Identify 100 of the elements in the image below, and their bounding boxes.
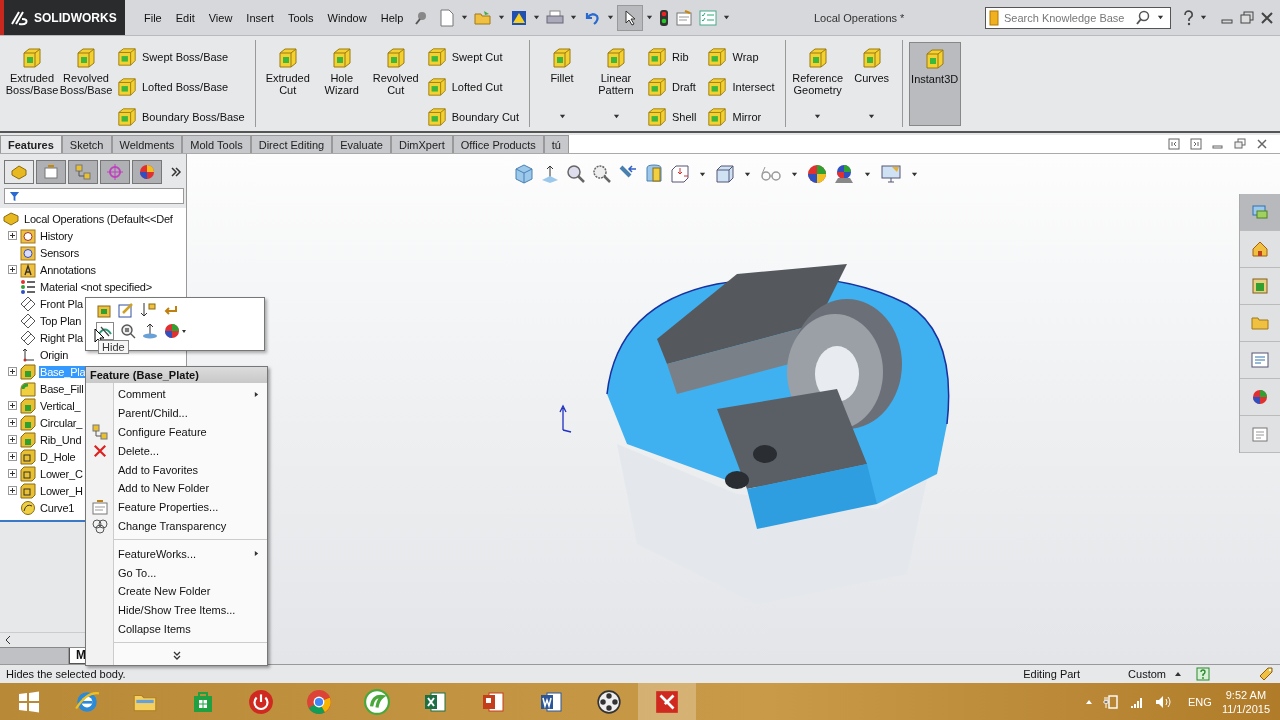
tree-item[interactable]: Right Pla [39,331,84,344]
tree-item[interactable]: Top Plan [39,314,83,327]
tab[interactable]: Evaluate [332,135,391,153]
search-icon[interactable] [1135,9,1151,26]
ribbon-button[interactable]: Draft [646,76,697,98]
tab[interactable]: Features [0,135,62,153]
ribbon-button[interactable]: Intersect [706,76,775,98]
appearance-icon[interactable] [807,164,827,184]
new-document-icon[interactable] [439,8,456,27]
expand-menu-icon[interactable] [172,651,181,662]
appearance-icon[interactable] [164,323,188,339]
file-properties-icon[interactable] [675,9,694,26]
menu-item[interactable]: Add to New Folder [86,479,267,498]
ribbon-button[interactable]: Rib [646,46,697,68]
close-icon[interactable] [1256,138,1268,150]
menu-item[interactable]: Configure Feature [86,422,267,442]
edit-feature-icon[interactable] [96,302,112,318]
caret-icon[interactable] [1174,670,1182,678]
tab[interactable]: Direct Editing [250,135,333,153]
ribbon-button[interactable]: Hole Wizard [315,42,368,126]
tree-item[interactable]: Annotations [39,263,97,276]
tree-item[interactable]: Origin [39,348,70,361]
ribbon-button[interactable]: Revolved Cut [369,42,422,126]
units-selector[interactable]: Custom [1128,668,1166,680]
tree-item[interactable]: Vertical_ [39,399,82,412]
dropdown-arrow-icon[interactable] [570,14,578,21]
expand-icon[interactable] [8,469,17,478]
taskbar-button[interactable] [638,683,696,720]
expand-icon[interactable] [8,435,17,444]
menu-item[interactable]: Tools [280,11,321,24]
ribbon-button[interactable]: Boundary Boss/Base [116,106,245,128]
cube-view-icon[interactable] [514,164,534,184]
help-icon[interactable] [1182,9,1194,26]
battery-icon[interactable] [1103,693,1120,710]
menu-item[interactable]: FeatureWorks... [86,544,267,564]
expand-icon[interactable] [8,367,17,376]
glasses-icon[interactable] [760,164,782,184]
tree-item[interactable]: Lower_C [39,467,84,480]
menu-item[interactable]: Feature Properties... [86,497,267,517]
display-manager-tab[interactable] [132,160,162,184]
close-icon[interactable] [1260,10,1274,25]
zoom-area-icon[interactable] [592,164,612,184]
tab[interactable]: Office Products [452,135,544,153]
menu-item[interactable]: Create New Folder [86,581,267,601]
section-view-icon[interactable] [644,164,664,184]
zoom-fit-icon[interactable] [566,164,586,184]
dropdown-arrow-icon[interactable] [498,14,506,21]
tree-item[interactable]: Front Pla [39,297,84,310]
ribbon-button[interactable]: Mirror [706,106,775,128]
configuration-manager-tab[interactable] [68,160,98,184]
ribbon-button[interactable]: Fillet [536,42,588,126]
menu-item[interactable]: Collapse Items [86,619,267,639]
normal-to-icon[interactable] [142,323,158,339]
dropdown-arrow-icon[interactable] [723,14,731,21]
dropdown-arrow-icon[interactable] [612,113,620,120]
tree-item[interactable]: Sensors [39,246,80,259]
menu-item[interactable]: File [137,11,169,24]
menu-item[interactable]: Parent/Child... [86,403,267,423]
tag-icon[interactable] [1258,666,1274,682]
tile-right-icon[interactable] [1190,138,1202,150]
traffic-light-icon[interactable] [659,8,670,27]
tree-item[interactable]: Curve1 [39,501,76,514]
ribbon-button[interactable]: Shell [646,106,697,128]
ribbon-button[interactable]: Curves [845,42,898,126]
expand-icon[interactable] [8,265,17,274]
tree-item[interactable]: Lower_H [39,484,84,497]
warning-icon[interactable] [511,9,528,26]
tab[interactable]: Weldments [111,135,183,153]
dropdown-arrow-icon[interactable] [814,113,822,120]
ribbon-button[interactable]: Extruded Cut [261,42,314,126]
menu-item[interactable]: Change Transparency [86,516,267,536]
property-manager-tab[interactable] [36,160,66,184]
menu-item[interactable]: Comment [86,385,267,404]
tree-item[interactable]: Circular_ [39,416,84,429]
expand-icon[interactable] [8,452,17,461]
view-orientation-icon[interactable] [670,164,690,184]
dropdown-arrow-icon[interactable] [1157,14,1164,21]
ribbon-button[interactable]: Revolved Boss/Base [60,42,112,126]
filter-field[interactable] [4,188,184,204]
feature-manager-tab[interactable] [4,160,34,184]
dropdown-arrow-icon[interactable] [533,14,541,21]
menu-item[interactable]: Insert [239,11,281,24]
dropdown-arrow-icon[interactable] [744,170,751,178]
tree-item[interactable]: Material <not specified> [39,280,153,293]
ribbon-button[interactable]: Wrap [706,46,775,68]
printer-icon[interactable] [546,9,565,26]
dropdown-arrow-icon[interactable] [864,170,871,178]
tab[interactable]: Sketch [61,135,112,153]
dropdown-arrow-icon[interactable] [646,14,654,21]
dropdown-arrow-icon[interactable] [699,170,706,178]
ribbon-button[interactable]: Linear Pattern [590,42,642,126]
dropdown-arrow-icon[interactable] [791,170,798,178]
tree-item[interactable]: Base_Fill [39,382,85,395]
menu-item[interactable]: Help [373,11,411,24]
menu-item[interactable]: Hide/Show Tree Items... [86,600,267,620]
zoom-to-selection-icon[interactable] [120,323,136,339]
menu-item[interactable]: Edit [168,11,202,24]
tile-left-icon[interactable] [1168,138,1180,150]
ribbon-button[interactable]: Lofted Boss/Base [116,76,245,98]
search-field[interactable]: Search Knowledge Base [985,6,1171,29]
